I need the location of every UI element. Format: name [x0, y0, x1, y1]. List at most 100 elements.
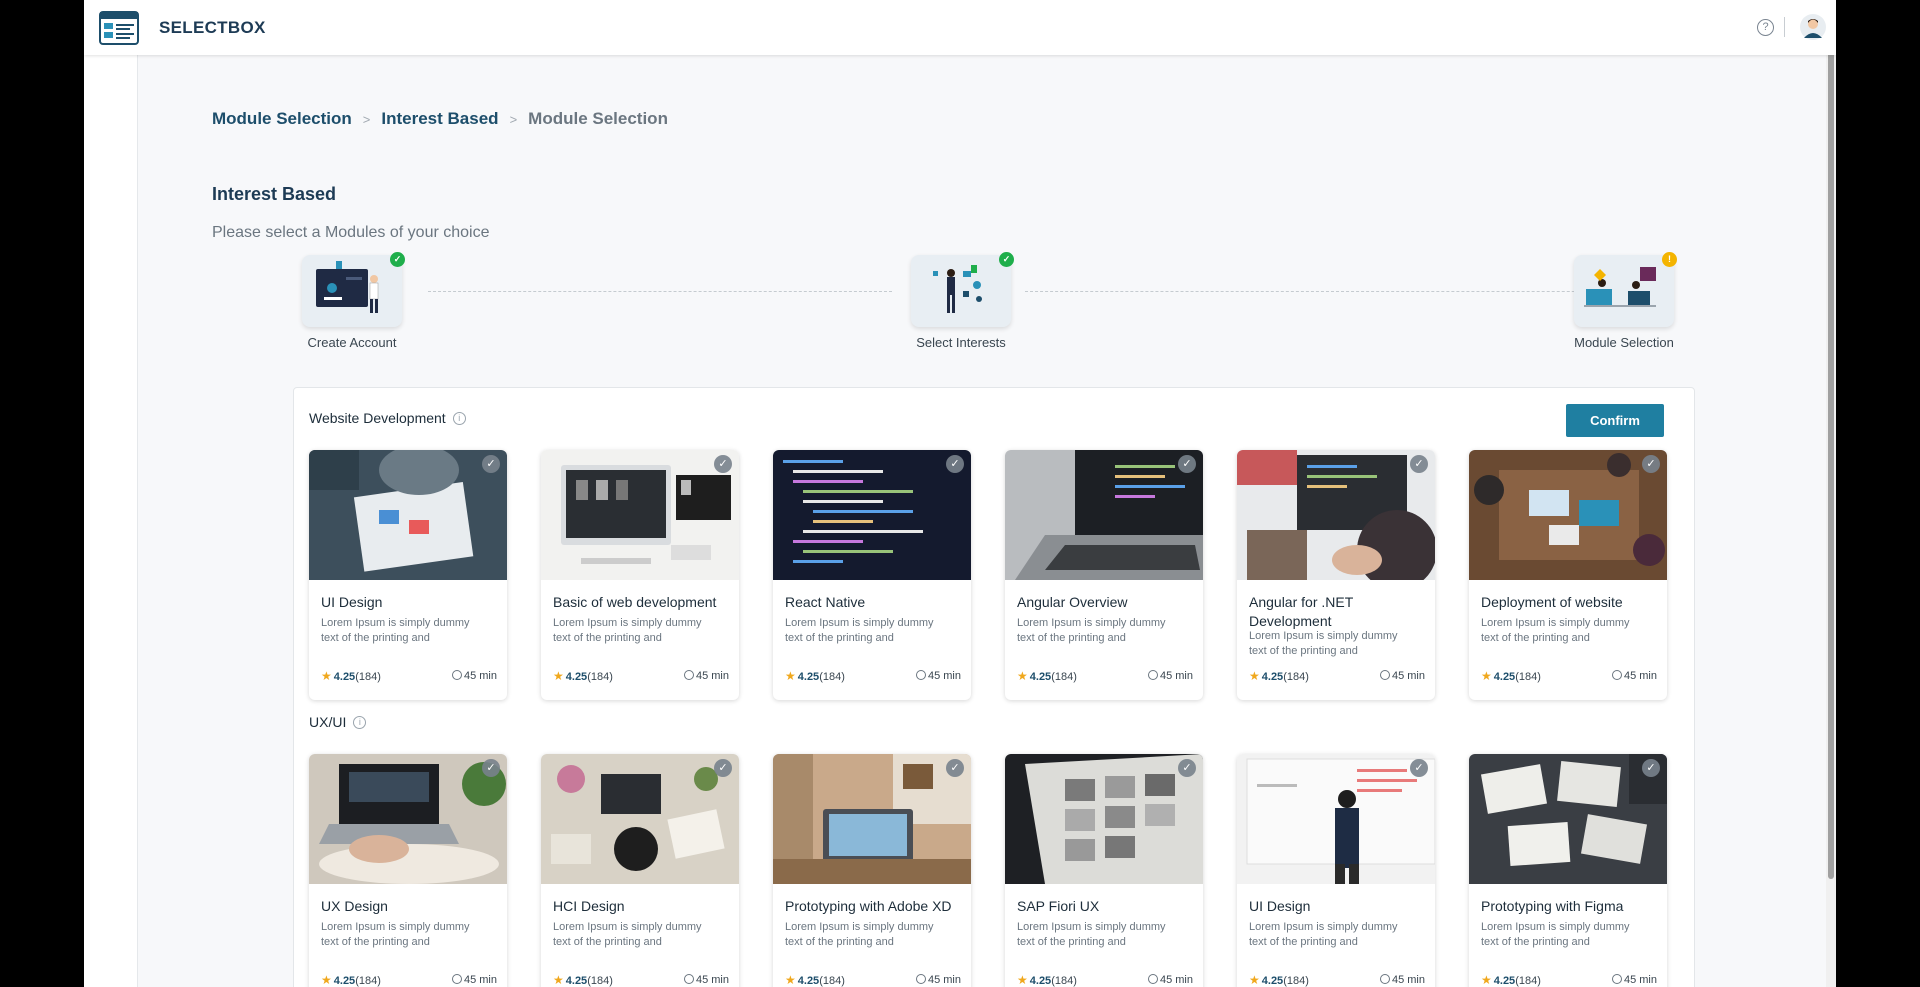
module-card[interactable]: ✓ React Native Lorem Ipsum is simply dum…: [773, 450, 971, 700]
module-thumbnail: ✓: [1005, 450, 1203, 580]
check-icon[interactable]: ✓: [946, 759, 964, 777]
clock-icon: [1611, 670, 1622, 680]
card-title: UX Design: [321, 898, 388, 914]
star-icon: ★: [1017, 669, 1028, 683]
module-card[interactable]: ✓ Angular Overview Lorem Ipsum is simply…: [1005, 450, 1203, 700]
card-description: Lorem Ipsum is simply dummy text of the …: [1249, 921, 1398, 948]
card-title: HCI Design: [553, 898, 625, 914]
module-card[interactable]: ✓ UI Design Lorem Ipsum is simply dummy …: [1237, 754, 1435, 987]
check-icon[interactable]: ✓: [482, 455, 500, 473]
rating-value: 4.25: [797, 975, 820, 987]
breadcrumb-module-selection[interactable]: Module Selection: [212, 109, 352, 129]
confirm-button[interactable]: Confirm: [1566, 404, 1664, 437]
clock-icon: [1379, 670, 1390, 680]
stepper-connector: [1025, 291, 1645, 292]
duration-value: 45 min: [695, 974, 729, 986]
check-icon[interactable]: ✓: [1410, 759, 1428, 777]
star-icon: ★: [785, 669, 796, 683]
card-rating: ★ 4.25(184): [553, 669, 613, 683]
rating-value: 4.25: [1493, 671, 1516, 683]
scrollbar-thumb[interactable]: [1828, 4, 1834, 879]
card-description: Lorem Ipsum is simply dummy text of the …: [1481, 921, 1630, 948]
module-card[interactable]: ✓ SAP Fiori UX Lorem Ipsum is simply dum…: [1005, 754, 1203, 987]
info-icon[interactable]: i: [452, 411, 466, 425]
module-card[interactable]: ✓ HCI Design Lorem Ipsum is simply dummy…: [541, 754, 739, 987]
card-duration: 45 min: [1379, 974, 1425, 986]
card-duration: 45 min: [683, 670, 729, 682]
top-bar: SELECTBOX ?: [84, 0, 1836, 55]
review-count: (184): [1515, 671, 1541, 683]
user-avatar[interactable]: [1800, 14, 1826, 40]
module-card[interactable]: ✓ Prototyping with Adobe XD Lorem Ipsum …: [773, 754, 971, 987]
duration-value: 45 min: [927, 974, 961, 986]
clock-icon: [1147, 670, 1158, 680]
review-count: (184): [355, 671, 381, 683]
clock-icon: [451, 670, 462, 680]
check-icon[interactable]: ✓: [1642, 455, 1660, 473]
breadcrumb-separator: >: [509, 111, 518, 127]
card-meta: ★ 4.25(184) 45 min: [1481, 669, 1657, 683]
check-icon[interactable]: ✓: [714, 759, 732, 777]
breadcrumb-interest-based[interactable]: Interest Based: [381, 109, 498, 129]
modules-panel: Website Development i Confirm UX/UI i ✓ …: [293, 387, 1695, 987]
card-description: Lorem Ipsum is simply dummy text of the …: [785, 921, 934, 948]
duration-value: 45 min: [927, 670, 961, 682]
star-icon: ★: [1017, 973, 1028, 987]
star-icon: ★: [553, 669, 564, 683]
card-duration: 45 min: [683, 974, 729, 986]
rating-value: 4.25: [565, 975, 588, 987]
card-title: Prototyping with Figma: [1481, 898, 1624, 914]
page-subtitle: Please select a Modules of your choice: [212, 224, 490, 241]
module-thumbnail: ✓: [1237, 754, 1435, 884]
duration-value: 45 min: [1623, 670, 1657, 682]
card-description: Lorem Ipsum is simply dummy text of the …: [553, 617, 702, 644]
check-icon[interactable]: ✓: [946, 455, 964, 473]
duration-value: 45 min: [695, 670, 729, 682]
card-rating: ★ 4.25(184): [553, 973, 613, 987]
help-circle-icon[interactable]: ?: [1757, 19, 1774, 36]
check-icon[interactable]: ✓: [1178, 759, 1196, 777]
card-rating: ★ 4.25(184): [321, 669, 381, 683]
check-icon[interactable]: ✓: [1178, 455, 1196, 473]
module-card[interactable]: ✓ Angular for .NET Development Lorem Ips…: [1237, 450, 1435, 700]
review-count: (184): [355, 975, 381, 987]
card-rating: ★ 4.25(184): [1017, 669, 1077, 683]
info-icon[interactable]: i: [353, 715, 367, 729]
step-label: Create Account: [307, 335, 397, 350]
module-card[interactable]: ✓ Prototyping with Figma Lorem Ipsum is …: [1469, 754, 1667, 987]
rating-value: 4.25: [797, 671, 820, 683]
module-card[interactable]: ✓ Basic of web development Lorem Ipsum i…: [541, 450, 739, 700]
check-icon[interactable]: ✓: [1642, 759, 1660, 777]
card-meta: ★ 4.25(184) 45 min: [1017, 973, 1193, 987]
card-title: Angular for .NET Development: [1249, 594, 1354, 629]
clock-icon: [451, 974, 462, 984]
card-meta: ★ 4.25(184) 45 min: [785, 973, 961, 987]
step-module-selection[interactable]: ! Module Selection: [1554, 252, 1694, 350]
review-count: (184): [819, 671, 845, 683]
card-rating: ★ 4.25(184): [1249, 973, 1309, 987]
step-create-account[interactable]: ✓ Create Account: [282, 252, 422, 350]
review-count: (184): [1051, 975, 1077, 987]
star-icon: ★: [553, 973, 564, 987]
rating-value: 4.25: [1029, 975, 1052, 987]
module-card[interactable]: ✓ Deployment of website Lorem Ipsum is s…: [1469, 450, 1667, 700]
card-duration: 45 min: [451, 974, 497, 986]
clock-icon: [1611, 974, 1622, 984]
app-logo-icon[interactable]: [99, 11, 139, 45]
module-card[interactable]: ✓ UX Design Lorem Ipsum is simply dummy …: [309, 754, 507, 987]
step-select-interests[interactable]: ✓ Select Interests: [891, 252, 1031, 350]
card-description: Lorem Ipsum is simply dummy text of the …: [1481, 617, 1630, 644]
review-count: (184): [1283, 975, 1309, 987]
rating-value: 4.25: [1261, 671, 1284, 683]
section-title-text: Website Development: [309, 410, 446, 426]
page-scrollbar[interactable]: [1826, 0, 1836, 987]
check-icon: ✓: [390, 252, 405, 267]
check-icon[interactable]: ✓: [714, 455, 732, 473]
card-description: Lorem Ipsum is simply dummy text of the …: [1017, 921, 1166, 948]
check-icon[interactable]: ✓: [1410, 455, 1428, 473]
star-icon: ★: [1249, 669, 1260, 683]
clock-icon: [915, 670, 926, 680]
check-icon[interactable]: ✓: [482, 759, 500, 777]
module-card[interactable]: ✓ UI Design Lorem Ipsum is simply dummy …: [309, 450, 507, 700]
card-description: Lorem Ipsum is simply dummy text of the …: [553, 921, 702, 948]
